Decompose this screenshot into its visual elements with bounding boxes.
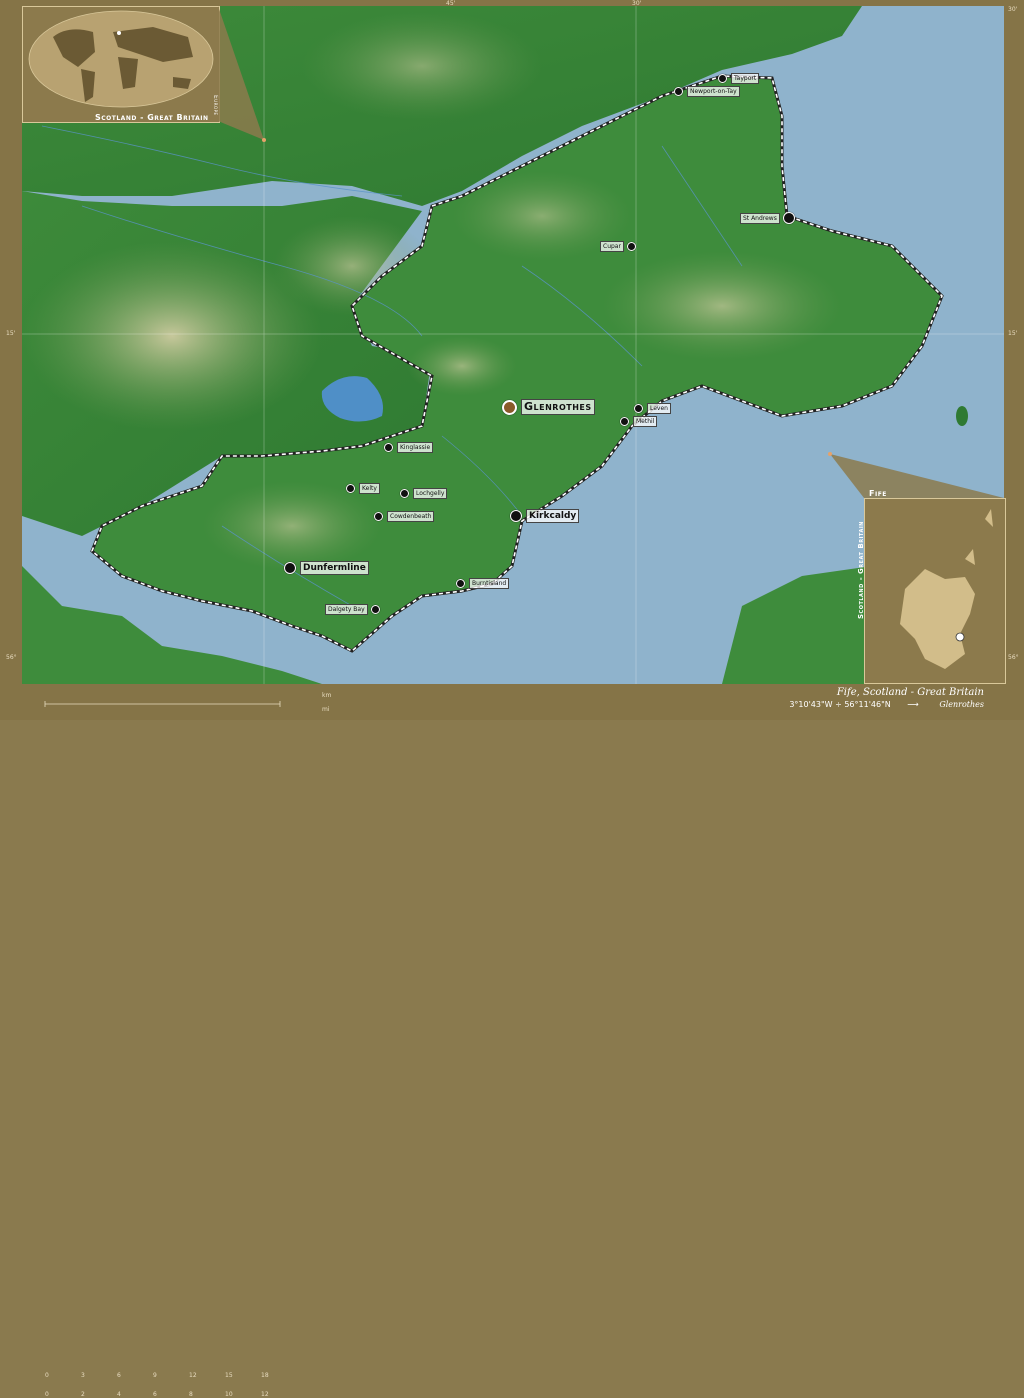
scotland-inset-side-label: Scotland - Great Britain (857, 521, 865, 619)
scale-tick-label: 6 (153, 1391, 157, 1398)
scale-bar-svg (44, 701, 281, 707)
scale-tick-label: 4 (117, 1391, 121, 1398)
scale-tick-label: 15 (225, 1372, 233, 1379)
scale-tick-label: 6 (117, 1372, 121, 1379)
scale-tick-label: 0 (45, 1372, 49, 1379)
scale-tick-label: 10 (225, 1391, 233, 1398)
map-caption: Fife, Scotland - Great Britain (836, 687, 984, 698)
coords-text: 3°10'43"W ÷ 56°11'46"N (789, 700, 891, 709)
scale-tick-label: 0 (45, 1391, 49, 1398)
scotland-inset-title: Fife (869, 489, 887, 498)
scale-tick-label: 18 (261, 1372, 269, 1379)
scotland-locator-inset: Fife Scotland - Great Britain (857, 489, 1006, 684)
scale-tick-label: 12 (189, 1372, 197, 1379)
scale-tick-label: 9 (153, 1372, 157, 1379)
scale-tick-label: 2 (81, 1391, 85, 1398)
scale-mi-unit: mi (322, 706, 330, 713)
arrow-icon: ⟶ (907, 700, 919, 709)
scale-tick-label: 8 (189, 1391, 193, 1398)
scotland-map-svg (900, 509, 993, 669)
map-coordinates: 3°10'43"W ÷ 56°11'46"N ⟶ Glenrothes (789, 700, 984, 709)
destination-name: Glenrothes (939, 700, 984, 709)
scale-km-unit: km (322, 692, 332, 699)
scale-tick-label: 12 (261, 1391, 269, 1398)
scale-tick-label: 3 (81, 1372, 85, 1379)
